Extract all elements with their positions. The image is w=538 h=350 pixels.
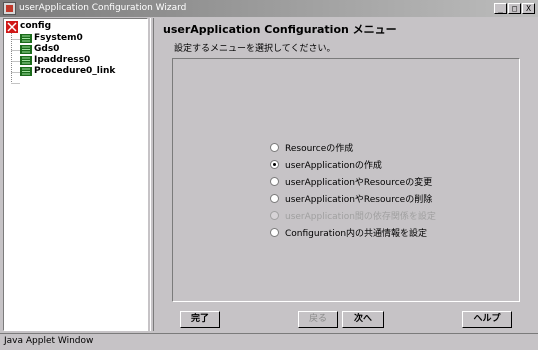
resource-icon <box>20 56 32 65</box>
window-title: userApplication Configuration Wizard <box>19 3 187 13</box>
tree-item-fsystem0[interactable]: Fsystem0 <box>34 33 83 44</box>
config-root-icon <box>6 21 18 33</box>
option-label: userApplicationやResourceの削除 <box>285 195 433 205</box>
help-button[interactable]: ヘルプ <box>462 311 512 328</box>
page-title: userApplication Configuration メニュー <box>163 23 397 36</box>
maximize-button[interactable]: □ <box>508 3 521 14</box>
tree-item-procedure0-link[interactable]: Procedure0_link <box>34 66 115 77</box>
option-label: userApplicationやResourceの変更 <box>285 178 433 188</box>
tree-connector-lines <box>11 33 20 84</box>
radio-button-disabled <box>270 211 279 220</box>
radio-button-selected[interactable] <box>270 160 279 169</box>
java-app-icon <box>3 2 16 15</box>
title-bar: userApplication Configuration Wizard _ □… <box>0 0 538 17</box>
tree-root-config[interactable]: config <box>20 21 51 32</box>
option-label: userApplication間の依存関係を設定 <box>285 212 436 222</box>
option-label: Resourceの作成 <box>285 144 354 154</box>
radio-button[interactable] <box>270 228 279 237</box>
status-bar: Java Applet Window <box>0 333 538 350</box>
back-button: 戻る <box>298 311 338 328</box>
radio-button[interactable] <box>270 143 279 152</box>
minimize-button[interactable]: _ <box>494 3 507 14</box>
resource-icon <box>20 34 32 43</box>
tree-item-gds0[interactable]: Gds0 <box>34 44 59 55</box>
resource-icon <box>20 45 32 54</box>
status-text: Java Applet Window <box>4 336 94 346</box>
radio-button[interactable] <box>270 177 279 186</box>
tree-item-ipaddress0[interactable]: Ipaddress0 <box>34 55 90 66</box>
next-button[interactable]: 次へ <box>342 311 384 328</box>
finish-button[interactable]: 完了 <box>180 311 220 328</box>
split-pane-divider[interactable] <box>150 18 154 331</box>
radio-button[interactable] <box>270 194 279 203</box>
instruction-text: 設定するメニューを選択してください。 <box>174 44 336 54</box>
resource-icon <box>20 67 32 76</box>
option-label: Configuration内の共通情報を設定 <box>285 229 428 239</box>
close-button[interactable]: X <box>522 3 535 14</box>
option-label: userApplicationの作成 <box>285 161 382 171</box>
config-tree[interactable]: config Fsystem0 Gds0 Ipaddress0 Procedur… <box>3 18 148 331</box>
